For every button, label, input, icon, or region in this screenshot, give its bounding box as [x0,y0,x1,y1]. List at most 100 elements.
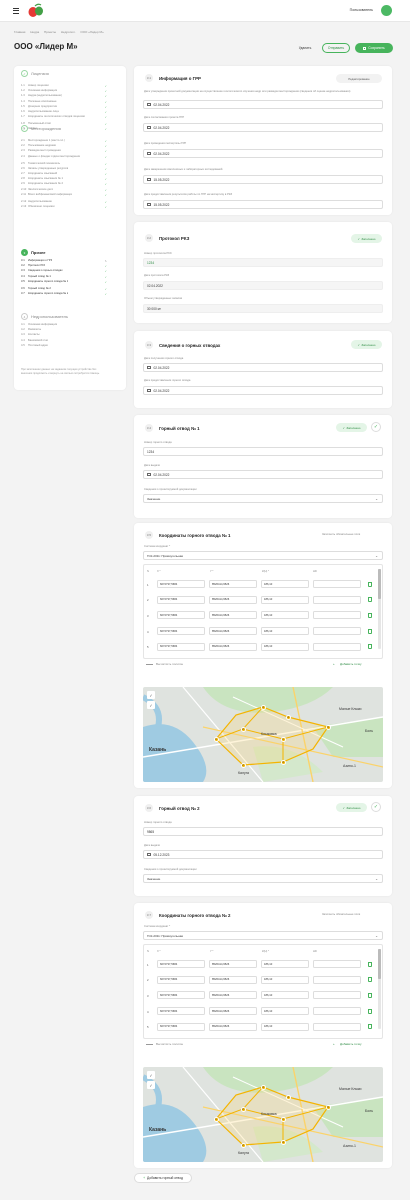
z-coord-field[interactable]: 186,10 [261,960,309,968]
sidebar-item[interactable]: 3.3 Сведения о горных отводах ✓ [21,269,107,273]
x-coord-field[interactable]: 6072737,5684 [157,580,205,588]
sidebar-item[interactable]: 4.1 Основная информация [21,323,107,326]
sidebar-item[interactable]: 2.10 Экологическое дело ✓ [21,188,107,192]
sidebar-item[interactable]: 3.6 Горный отвод № 2 ✓ [21,287,107,291]
x-coord-field[interactable]: 6072737,5684 [157,1007,205,1016]
map-check-tool-icon[interactable]: ✓ [147,1081,155,1089]
scrollbar[interactable] [378,949,381,1029]
compute-polygon-link[interactable]: Вычислить полигон [156,662,183,666]
date-field[interactable]: 15.05.2022 [143,175,383,184]
sidebar-section-title[interactable]: Прочее [31,250,45,255]
z-coord-field[interactable]: 186,10 [261,1007,309,1016]
sidebar-section-title[interactable]: Месторождения [31,126,61,131]
map-point-marker[interactable]: 3 [280,1139,286,1145]
delete-icon[interactable] [368,597,372,603]
avatar[interactable] [381,5,392,16]
h-field[interactable] [313,627,361,636]
delete-icon[interactable] [368,1024,372,1030]
y-coord-field[interactable]: 8526414,9526 [209,960,257,968]
sidebar-section-title[interactable]: Лицензия [31,71,49,76]
sidebar-item[interactable]: 1.3 Недра (недропользование) ✓ [21,94,107,98]
breadcrumb-item[interactable]: Недра [30,30,39,34]
map-check-tool-icon[interactable]: ✓ [147,701,155,709]
z-coord-field[interactable]: 186,10 [261,975,309,984]
sidebar-item[interactable]: 1.4 Полезные ископаемые ✓ [21,100,107,104]
date-field[interactable]: 02.04.2022 [143,100,383,109]
scrollbar-thumb[interactable] [378,949,381,979]
map-point-marker[interactable]: 2 [240,762,246,768]
compute-polygon-link[interactable]: Вычислить полигон [156,1042,183,1046]
sidebar-item[interactable]: 4.5 Почтовый адрес [21,344,107,347]
date-field[interactable]: 02.04.2022 [143,123,383,132]
confirm-check-button[interactable]: ✓ [371,422,381,432]
h-field[interactable] [313,1022,361,1031]
y-coord-field[interactable]: 8526414,9526 [209,991,257,1000]
breadcrumb-item[interactable]: Проекты [44,30,56,34]
h-field[interactable] [313,991,361,1000]
z-coord-field[interactable]: 186,10 [261,580,309,588]
x-coord-field[interactable]: 6072737,5684 [157,975,205,984]
sidebar-item[interactable]: 1.7 Координаты геологических отводов лице… [21,115,107,119]
x-coord-field[interactable]: 6072737,5684 [157,642,205,651]
date-field[interactable]: 15.05.2022 [143,200,383,209]
sidebar-item[interactable]: 4.3 Контакты [21,333,107,336]
map-point-marker[interactable]: 1 [280,1116,286,1122]
add-otvod-button[interactable]: + Добавить горный отвод [134,1173,192,1183]
h-field[interactable] [313,975,361,984]
map-point-marker[interactable]: 5 [325,724,331,730]
h-field[interactable] [313,642,361,651]
map-point-marker[interactable]: 4 [285,1094,291,1100]
sidebar-item[interactable]: 2.8 Координаты изыскания № 1 ✓ [21,177,107,181]
confirm-check-button[interactable]: ✓ [371,802,381,812]
sidebar-item[interactable]: 2.7 Координаты изысканий ✓ [21,172,107,176]
map-point-marker[interactable]: 2 [240,726,246,732]
z-coord-field[interactable]: 186,10 [261,991,309,1000]
add-point-link[interactable]: Добавить точку [340,1042,361,1046]
otvod-number-field[interactable]: 1234 [143,447,383,456]
z-coord-field[interactable]: 186,10 [261,595,309,604]
y-coord-field[interactable]: 8526414,9526 [209,627,257,636]
x-coord-field[interactable]: 6072737,5684 [157,611,205,620]
sidebar-item[interactable]: 3.2 Протокол РКЗ ✓ [21,264,107,268]
sidebar-section-title[interactable]: Недропользователь [31,314,68,319]
save-button[interactable]: Сохранить [355,43,393,53]
date-field[interactable]: 02.04.2022 [143,470,383,479]
z-coord-field[interactable]: 186,10 [261,611,309,620]
delete-icon[interactable] [368,581,372,587]
x-coord-field[interactable]: 6072737,5684 [157,960,205,968]
user-name[interactable]: Пользователь [350,8,373,12]
delete-icon[interactable] [368,977,372,983]
sidebar-item[interactable]: 2.11 Всего вебфинансовой информации ✓ [21,193,107,197]
map-point-marker[interactable]: 3 [260,1084,266,1090]
delete-icon[interactable] [368,644,372,650]
sidebar-item[interactable]: 1.2 Основная информация ✓ [21,89,107,93]
map-point-marker[interactable]: 3 [280,759,286,765]
sidebar-item[interactable]: 1.6 Недропользование лица ✓ [21,110,107,114]
sidebar-item[interactable]: 2.13 Обновлено лицензии ✓ [21,205,107,209]
y-coord-field[interactable]: 8526414,9526 [209,611,257,620]
x-coord-field[interactable]: 6072737,5684 [157,991,205,1000]
map[interactable]: 1 2 3 4 5 1 2 3 Казань Калуга Клыковка Малые Клыки А… [143,1067,383,1162]
sidebar-item[interactable]: 2.6 Запасы утвержденных ресурсов ✓ [21,167,107,171]
date-field[interactable]: 02.04.2022 [143,386,383,395]
y-coord-field[interactable]: 8526414,9526 [209,595,257,604]
sidebar-item[interactable]: 3.1 Информация о ГРР ✎ [21,259,107,263]
documentation-select[interactable]: Значение ⌄ [143,874,383,883]
z-coord-field[interactable]: 186,10 [261,627,309,636]
otvod-number-field[interactable]: 9865 [143,827,383,836]
sidebar-item[interactable]: 3.5 Координаты горного отвода № 1 ✓ [21,280,107,284]
sidebar-item[interactable]: 2.4 Данные о фондах отдачи месторождения ✓ [21,155,107,159]
date-field[interactable]: 02.04.2022 [143,149,383,158]
delete-button[interactable]: Удалить [293,43,317,53]
sidebar-item[interactable]: 3.4 Горный отвод № 1 ✓ [21,275,107,279]
sidebar-item[interactable]: 4.2 Реквизиты [21,328,107,331]
map-point-marker[interactable]: 1 [213,736,219,742]
y-coord-field[interactable]: 8526414,9526 [209,1022,257,1031]
x-coord-field[interactable]: 6072737,5684 [157,595,205,604]
edit-badge[interactable]: Редактирование [336,74,382,83]
sidebar-item[interactable]: 2.3 Разведка мест.проведения ✓ [21,149,107,153]
send-button[interactable]: Отправить [322,43,350,53]
map-select-tool-icon[interactable]: ✓ [147,1071,155,1079]
coord-system-select[interactable]: ГСК-2011: Прямоугольная ⌄ [143,931,383,940]
h-field[interactable] [313,611,361,620]
